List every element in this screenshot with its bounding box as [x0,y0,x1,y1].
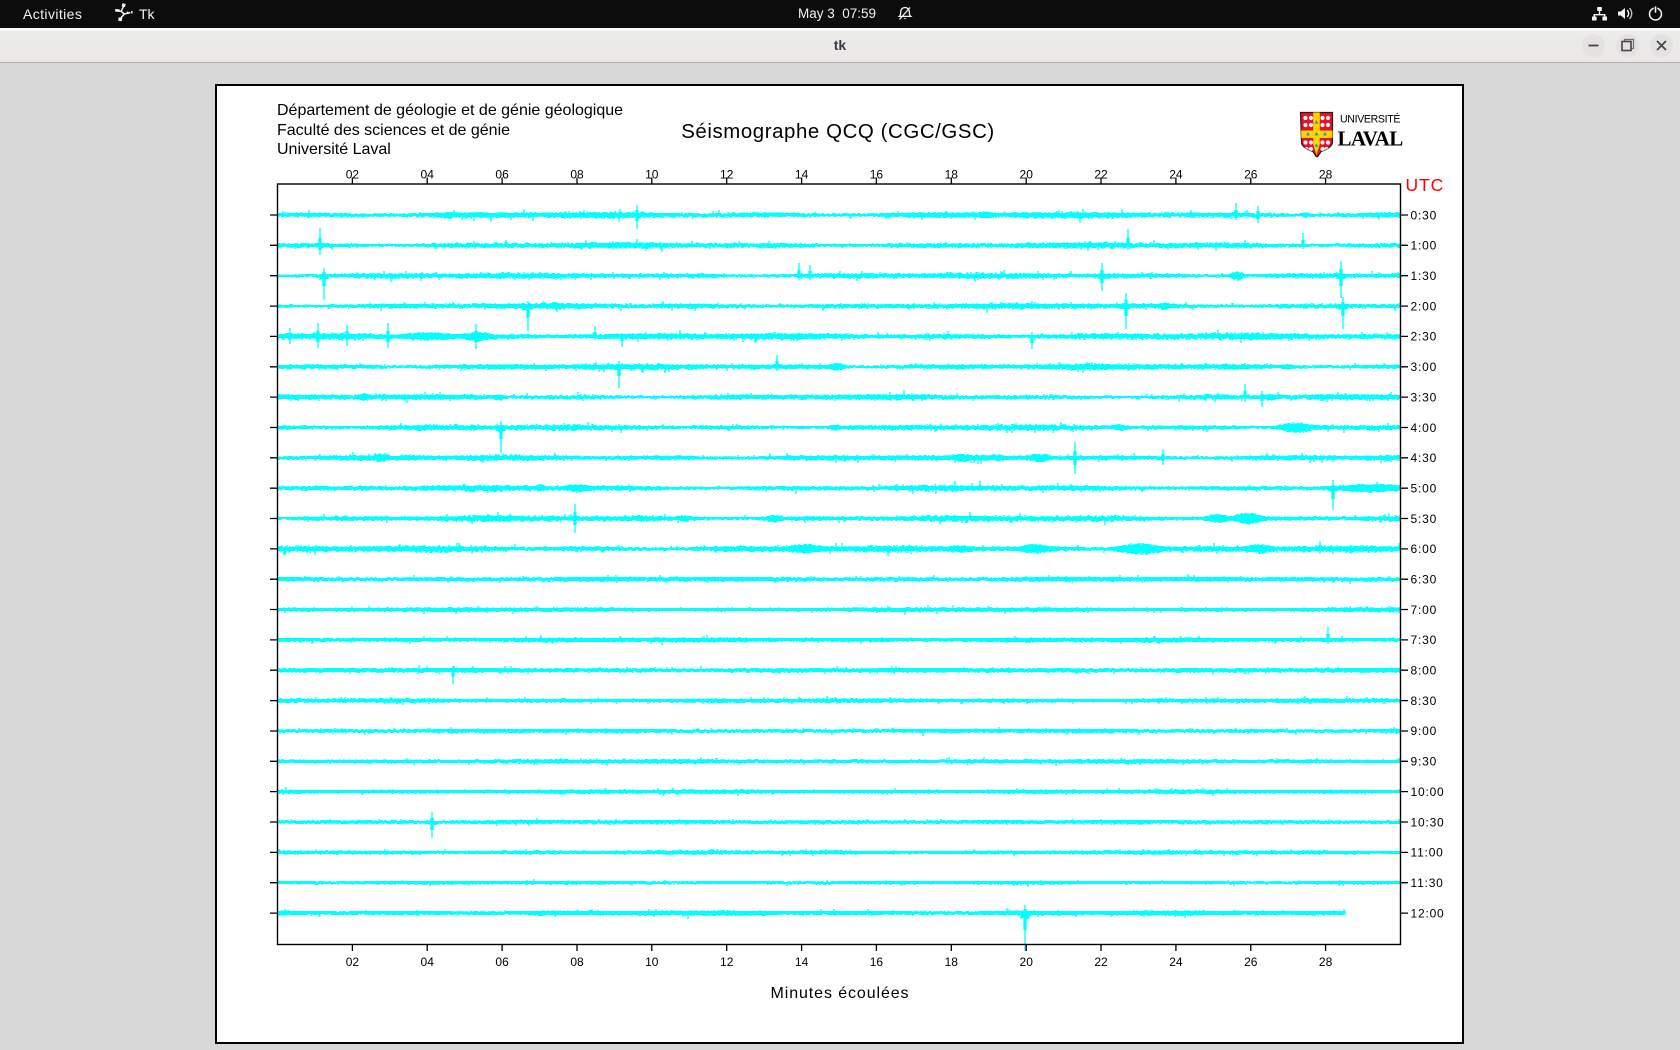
svg-text:24: 24 [1169,168,1183,182]
svg-text:1:00: 1:00 [1411,239,1438,253]
svg-text:0:30: 0:30 [1411,208,1438,222]
svg-text:06: 06 [495,955,509,969]
svg-text:2:30: 2:30 [1411,330,1438,344]
svg-text:18: 18 [945,168,959,182]
svg-text:4:00: 4:00 [1411,421,1438,435]
svg-text:10: 10 [645,168,659,182]
svg-text:16: 16 [870,168,884,182]
svg-text:14: 14 [795,168,809,182]
svg-text:UNIVERSITÉ: UNIVERSITÉ [1340,113,1400,126]
svg-text:28: 28 [1319,168,1333,182]
svg-text:12: 12 [720,168,734,182]
svg-text:02: 02 [346,955,360,969]
svg-text:12:00: 12:00 [1411,906,1445,920]
svg-text:10:00: 10:00 [1411,785,1445,799]
svg-text:7:30: 7:30 [1411,633,1438,647]
svg-text:22: 22 [1094,955,1108,969]
svg-text:7:00: 7:00 [1411,603,1438,617]
svg-text:16: 16 [870,955,884,969]
svg-text:5:30: 5:30 [1411,512,1438,526]
svg-text:26: 26 [1244,168,1258,182]
svg-text:6:30: 6:30 [1411,573,1438,587]
svg-text:6:00: 6:00 [1411,542,1438,556]
svg-text:2:00: 2:00 [1411,299,1438,313]
svg-text:10: 10 [645,955,659,969]
svg-text:UTC: UTC [1406,175,1445,195]
svg-text:20: 20 [1020,955,1034,969]
svg-text:4:30: 4:30 [1411,451,1438,465]
svg-text:20: 20 [1020,168,1034,182]
svg-text:14: 14 [795,955,809,969]
svg-text:04: 04 [421,955,435,969]
svg-text:12: 12 [720,955,734,969]
svg-text:8:00: 8:00 [1411,664,1438,678]
svg-text:28: 28 [1319,955,1333,969]
svg-text:1:30: 1:30 [1411,269,1438,283]
svg-text:04: 04 [421,168,435,182]
svg-text:08: 08 [570,168,584,182]
svg-text:06: 06 [495,168,509,182]
svg-text:11:30: 11:30 [1411,876,1444,890]
svg-text:11:00: 11:00 [1411,846,1444,860]
svg-text:5:00: 5:00 [1411,482,1438,496]
svg-text:3:30: 3:30 [1411,390,1438,404]
svg-text:9:30: 9:30 [1411,755,1438,769]
svg-text:LAVAL: LAVAL [1338,127,1404,151]
svg-text:22: 22 [1094,168,1108,182]
svg-text:08: 08 [570,955,584,969]
svg-text:8:30: 8:30 [1411,694,1438,708]
svg-text:9:00: 9:00 [1411,724,1438,738]
svg-text:3:00: 3:00 [1411,360,1438,374]
svg-text:24: 24 [1169,955,1183,969]
svg-text:02: 02 [346,168,360,182]
svg-text:26: 26 [1244,955,1258,969]
svg-text:10:30: 10:30 [1411,815,1445,829]
svg-text:18: 18 [945,955,959,969]
